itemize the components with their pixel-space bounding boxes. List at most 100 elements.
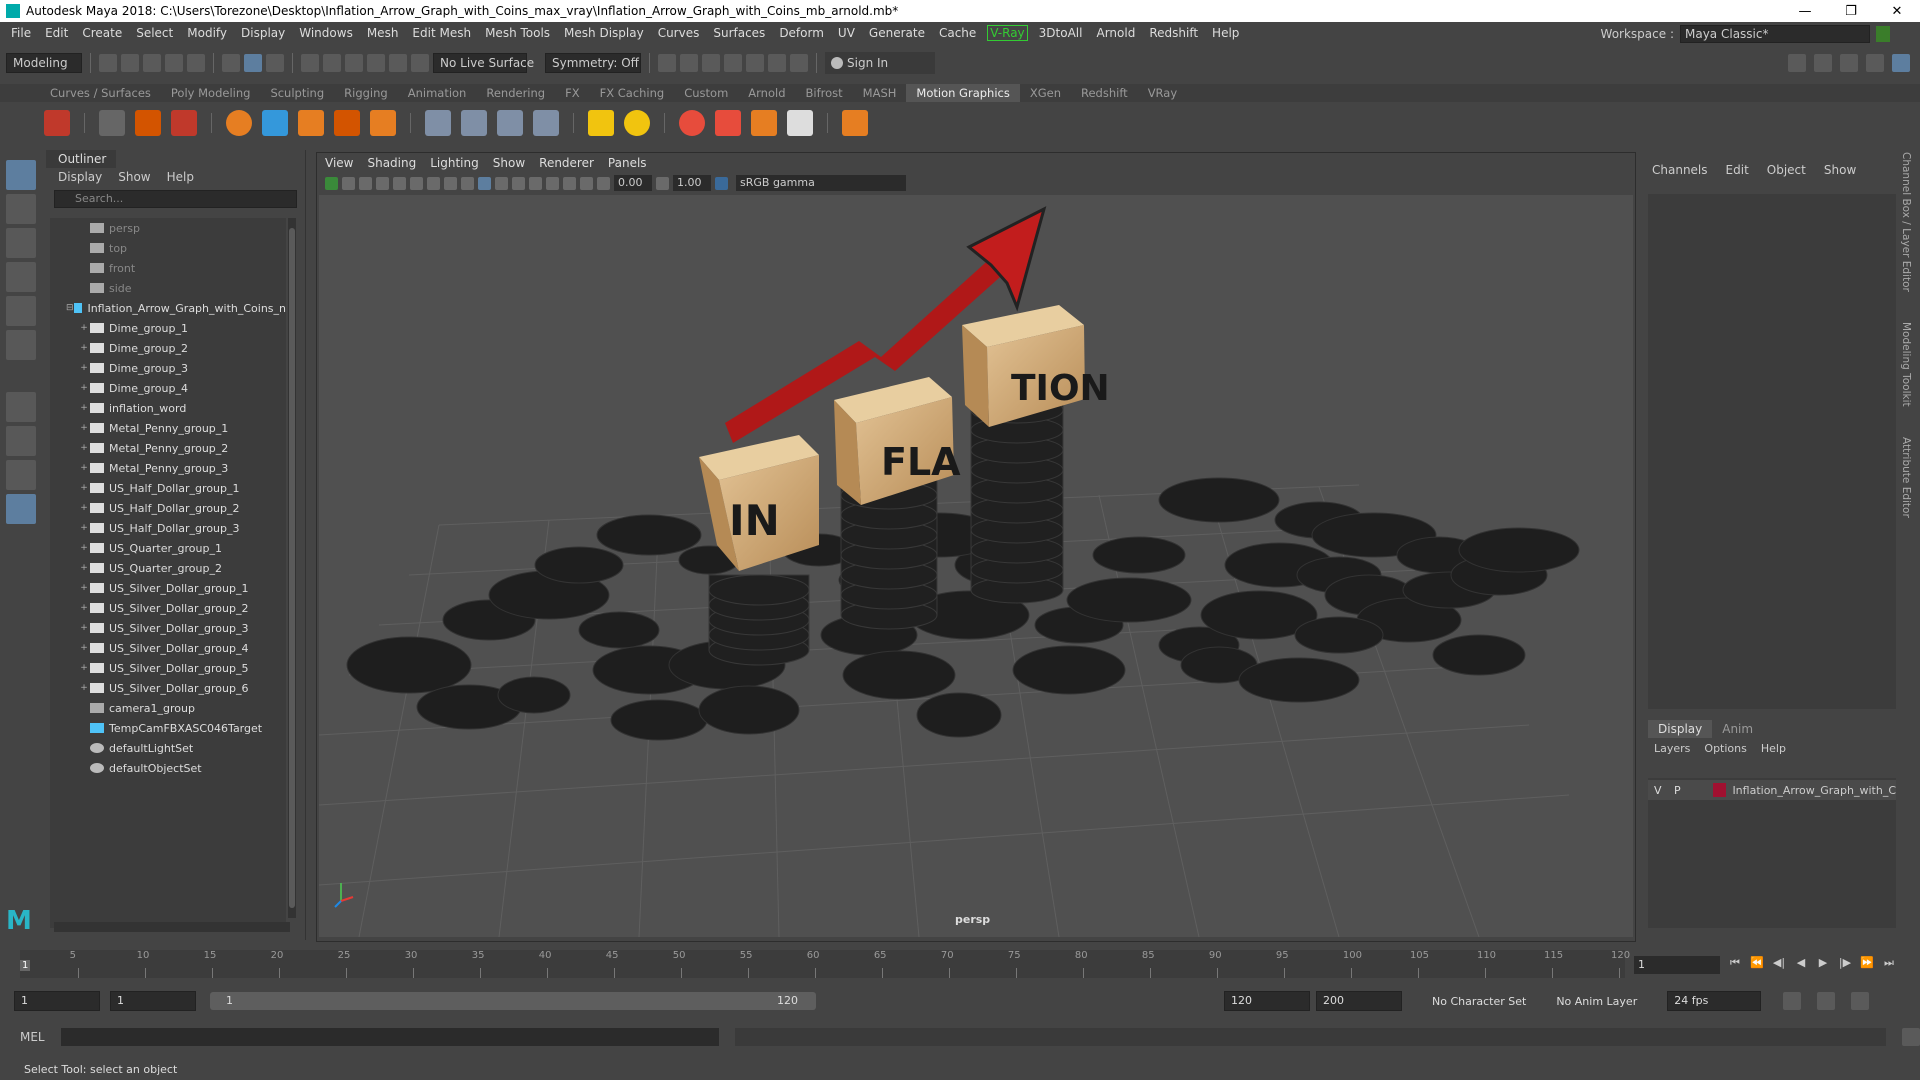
expand-icon[interactable]: +	[78, 523, 90, 533]
layer-playback-toggle[interactable]: P	[1668, 784, 1688, 797]
go-to-end-icon[interactable]: ⏭	[1882, 956, 1896, 970]
shelf-tab-vray[interactable]: VRay	[1138, 86, 1187, 100]
step-back-key-icon[interactable]: ⏪	[1750, 956, 1764, 970]
channel-box-icon[interactable]	[1866, 54, 1884, 72]
outliner-menu-show[interactable]: Show	[118, 170, 150, 184]
outliner-row[interactable]: side	[50, 278, 286, 298]
aa-icon[interactable]	[580, 176, 593, 190]
channel-menu-object[interactable]: Object	[1767, 163, 1806, 177]
modeling-toolkit-icon[interactable]	[1788, 54, 1806, 72]
layer-menu-options[interactable]: Options	[1704, 742, 1746, 755]
outliner-row[interactable]: + US_Silver_Dollar_group_6	[50, 678, 286, 698]
shelf-tab-motion-graphics[interactable]: Motion Graphics	[906, 84, 1020, 102]
snowflake-icon[interactable]	[787, 110, 813, 136]
side-tab-modeling-toolkit[interactable]: Modeling Toolkit	[1900, 322, 1912, 407]
menu-cache[interactable]: Cache	[932, 26, 983, 40]
command-language-label[interactable]: MEL	[20, 1030, 45, 1044]
close-button[interactable]: ✕	[1874, 0, 1920, 22]
display-layer-row[interactable]: V P Inflation_Arrow_Graph_with_C	[1648, 780, 1896, 800]
lasso-icon[interactable]	[497, 110, 523, 136]
new-scene-icon[interactable]	[99, 54, 117, 72]
shelf-tab-fx[interactable]: FX	[555, 86, 590, 100]
menu-edit[interactable]: Edit	[38, 26, 75, 40]
command-input[interactable]	[60, 1028, 720, 1046]
viewport-canvas[interactable]: IN FLA TION persp	[319, 195, 1633, 937]
cross-icon[interactable]	[842, 110, 868, 136]
outliner-row[interactable]: + Dime_group_4	[50, 378, 286, 398]
channel-menu-edit[interactable]: Edit	[1726, 163, 1749, 177]
wind-icon[interactable]	[461, 110, 487, 136]
render-settings-icon[interactable]	[724, 54, 742, 72]
redo-icon[interactable]	[187, 54, 205, 72]
sphere-icon[interactable]	[226, 110, 252, 136]
save-scene-icon[interactable]	[143, 54, 161, 72]
shelf-tab-curves-surfaces[interactable]: Curves / Surfaces	[40, 86, 161, 100]
expand-icon[interactable]: +	[78, 563, 90, 573]
expand-icon[interactable]: +	[78, 383, 90, 393]
expand-icon[interactable]: +	[78, 583, 90, 593]
plus-grid-icon[interactable]	[588, 110, 614, 136]
layer-color-swatch[interactable]	[1712, 783, 1727, 797]
outliner-row[interactable]: + US_Silver_Dollar_group_4	[50, 638, 286, 658]
two-view-icon[interactable]	[6, 460, 36, 490]
text-icon[interactable]	[135, 110, 161, 136]
layer-tab-display[interactable]: Display	[1648, 720, 1713, 738]
magnet-icon[interactable]	[425, 110, 451, 136]
menu-modify[interactable]: Modify	[180, 26, 234, 40]
gamma-icon[interactable]	[656, 176, 669, 190]
outliner-row[interactable]: defaultLightSet	[50, 738, 286, 758]
lasso-tool-icon[interactable]	[6, 194, 36, 224]
playback-start-field[interactable]: 1	[110, 991, 196, 1011]
image-plane-icon[interactable]	[376, 176, 389, 190]
viewport-menu-panels[interactable]: Panels	[608, 156, 647, 170]
scale-tool-icon[interactable]	[6, 330, 36, 360]
tool-settings-icon[interactable]	[1840, 54, 1858, 72]
menu-3dtoall[interactable]: 3DtoAll	[1032, 26, 1090, 40]
outliner-row[interactable]: + inflation_word	[50, 398, 286, 418]
bevel-icon[interactable]	[370, 110, 396, 136]
menu-file[interactable]: File	[4, 26, 38, 40]
menu-mesh-display[interactable]: Mesh Display	[557, 26, 651, 40]
step-back-frame-icon[interactable]: ◀|	[1772, 956, 1786, 970]
shelf-tab-sculpting[interactable]: Sculpting	[260, 86, 334, 100]
menu-set-dropdown[interactable]: Modeling	[6, 53, 82, 73]
minimize-button[interactable]: —	[1782, 0, 1828, 22]
live-surface-field[interactable]: No Live Surface	[433, 53, 534, 73]
current-frame-field[interactable]: 1	[1634, 956, 1720, 974]
channel-menu-show[interactable]: Show	[1824, 163, 1856, 177]
gear-icon[interactable]	[679, 110, 705, 136]
single-view-icon[interactable]	[6, 392, 36, 422]
workspace-dropdown[interactable]: Maya Classic*	[1680, 25, 1870, 43]
curve-icon[interactable]	[262, 110, 288, 136]
outliner-row[interactable]: top	[50, 238, 286, 258]
expand-icon[interactable]: +	[78, 603, 90, 613]
render-frame-icon[interactable]	[658, 54, 676, 72]
viewport-menu-view[interactable]: View	[325, 156, 353, 170]
menu-mesh[interactable]: Mesh	[360, 26, 406, 40]
menu-surfaces[interactable]: Surfaces	[706, 26, 772, 40]
outliner-row[interactable]: persp	[50, 218, 286, 238]
shirt-icon[interactable]	[715, 110, 741, 136]
gamma-field[interactable]: 1.00	[673, 175, 711, 191]
menu-arnold[interactable]: Arnold	[1089, 26, 1142, 40]
menu-v-ray[interactable]: V-Ray	[987, 25, 1028, 41]
swirl-icon[interactable]	[533, 110, 559, 136]
expand-icon[interactable]: +	[78, 623, 90, 633]
viewport-menu-shading[interactable]: Shading	[367, 156, 416, 170]
viewport-menu-lighting[interactable]: Lighting	[430, 156, 479, 170]
layer-editor-icon[interactable]	[1892, 54, 1910, 72]
shelf-tab-bifrost[interactable]: Bifrost	[796, 86, 853, 100]
go-to-start-icon[interactable]: ⏮	[1728, 956, 1742, 970]
step-forward-frame-icon[interactable]: |▶	[1838, 956, 1852, 970]
resolution-gate-icon[interactable]	[427, 176, 440, 190]
grid-icon[interactable]	[393, 176, 406, 190]
isolate-icon[interactable]	[546, 176, 559, 190]
outliner-row[interactable]: + Dime_group_1	[50, 318, 286, 338]
expand-icon[interactable]: +	[78, 463, 90, 473]
snap-view-icon[interactable]	[367, 54, 385, 72]
expand-icon[interactable]: +	[78, 423, 90, 433]
brush-icon[interactable]	[171, 110, 197, 136]
menu-generate[interactable]: Generate	[862, 26, 932, 40]
menu-curves[interactable]: Curves	[651, 26, 707, 40]
outliner-menu-help[interactable]: Help	[167, 170, 194, 184]
